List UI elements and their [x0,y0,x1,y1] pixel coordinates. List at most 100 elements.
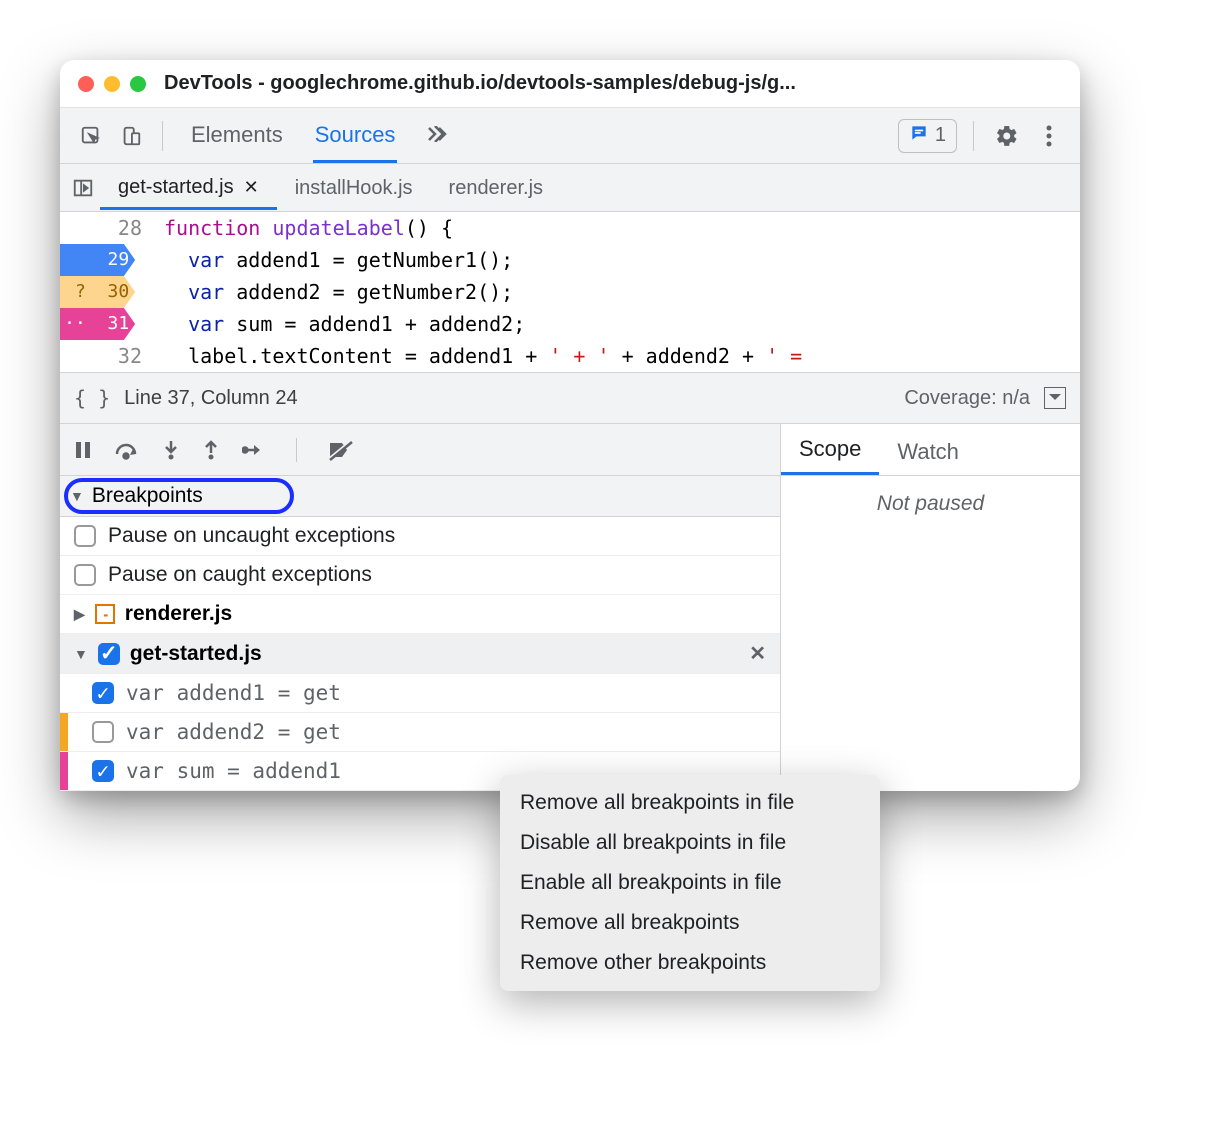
tab-sources[interactable]: Sources [313,108,398,163]
pause-uncaught-label: Pause on uncaught exceptions [108,524,395,548]
gutter[interactable]: 29 [60,244,154,276]
file-tabs: get-started.js✕ installHook.js renderer.js [60,164,1080,212]
separator [162,121,163,151]
tab-watch[interactable]: Watch [879,427,977,475]
code-text: var addend1 = getNumber1(); [154,244,513,276]
pause-icon[interactable] [74,440,92,460]
issues-button[interactable]: 1 [898,119,957,153]
deactivate-breakpoints-icon[interactable] [327,439,353,461]
breakpoint-marker[interactable]: ·· 31 [60,308,154,340]
checkbox[interactable]: ✓ [92,682,114,704]
file-tab-label: renderer.js [449,177,544,200]
close-icon[interactable]: ✕ [244,177,259,198]
pause-caught-row[interactable]: Pause on caught exceptions [60,556,780,595]
chevron-right-icon: ▶ [74,606,85,623]
code-line[interactable]: 28function updateLabel() { [60,212,1080,244]
checkbox[interactable]: ✓ [98,643,120,665]
context-menu-item[interactable]: Remove other breakpoints [500,943,880,983]
minimize-window-button[interactable] [104,76,120,92]
breakpoint-file-name: get-started.js [130,642,262,666]
breakpoint-line-text: var sum = addend1 [126,759,341,783]
navigator-toggle-icon[interactable] [66,177,100,199]
step-over-icon[interactable] [114,440,140,460]
gutter[interactable]: ·· 31 [60,308,154,340]
debugger-left-pane: ▼ Breakpoints Pause on uncaught exceptio… [60,424,780,791]
tab-scope[interactable]: Scope [781,424,879,475]
gutter[interactable]: 28 [60,212,154,244]
panel-tabs: Elements Sources [189,108,453,163]
breakpoint-marker[interactable]: 29 [60,244,154,276]
breakpoint-file-name: renderer.js [125,602,232,626]
step-out-icon[interactable] [202,439,220,461]
context-menu-item[interactable]: Disable all breakpoints in file [500,823,880,863]
step-into-icon[interactable] [162,439,180,461]
coverage-label: Coverage: n/a [904,387,1030,410]
debug-toolbar [60,424,780,476]
close-icon[interactable]: ✕ [749,641,766,666]
file-tab[interactable]: installHook.js [277,166,431,210]
strip [60,752,68,790]
main-toolbar: Elements Sources 1 [60,108,1080,164]
file-tab[interactable]: renderer.js [431,166,562,210]
breakpoint-line[interactable]: var addend2 = get [60,713,780,752]
device-toggle-icon[interactable] [114,119,148,153]
context-menu-item[interactable]: Enable all breakpoints in file [500,863,880,903]
checkbox[interactable] [74,564,96,586]
debugger-right-pane: Scope Watch Not paused [780,424,1080,791]
code-line[interactable]: ·· 31 var sum = addend1 + addend2; [60,308,1080,340]
devtools-window: DevTools - googlechrome.github.io/devtoo… [60,60,1080,791]
breakpoint-file-group[interactable]: ▼ ✓ get-started.js ✕ [60,634,780,674]
window-title: DevTools - googlechrome.github.io/devtoo… [164,72,796,95]
kebab-icon[interactable] [1032,119,1066,153]
context-menu-item[interactable]: Remove all breakpoints in file [500,783,880,823]
not-paused-label: Not paused [781,476,1080,532]
tab-elements[interactable]: Elements [189,108,285,163]
code-text: var addend2 = getNumber2(); [154,276,513,308]
breakpoint-marker[interactable]: ? 30 [60,276,154,308]
issues-count: 1 [935,124,946,147]
tab-more[interactable] [425,108,453,163]
strip [60,713,68,751]
breakpoint-file-group[interactable]: ▶ renderer.js [60,595,780,634]
lower-panes: ▼ Breakpoints Pause on uncaught exceptio… [60,424,1080,791]
breakpoints-header[interactable]: ▼ Breakpoints [60,476,780,517]
chevron-down-icon: ▼ [74,646,88,662]
code-line[interactable]: 29 var addend1 = getNumber1(); [60,244,1080,276]
context-menu-item[interactable]: Remove all breakpoints [500,903,880,943]
breakpoints-options: Pause on uncaught exceptions Pause on ca… [60,517,780,791]
chevron-down-icon: ▼ [70,488,84,504]
code-line[interactable]: 32 label.textContent = addend1 + ' + ' +… [60,340,1080,372]
scope-watch-tabs: Scope Watch [781,424,1080,476]
breakpoints-title: Breakpoints [92,484,203,508]
file-tab[interactable]: get-started.js✕ [100,166,277,210]
separator [973,121,974,151]
code-line[interactable]: ? 30 var addend2 = getNumber2(); [60,276,1080,308]
step-icon[interactable] [242,441,266,459]
gear-icon[interactable] [990,119,1024,153]
dropdown-icon[interactable] [1044,387,1066,409]
inspect-icon[interactable] [74,119,108,153]
code-editor[interactable]: 28function updateLabel() {29 var addend1… [60,212,1080,372]
cursor-position: Line 37, Column 24 [124,387,297,410]
code-text: function updateLabel() { [154,212,453,244]
js-file-icon [95,604,115,624]
gutter[interactable]: ? 30 [60,276,154,308]
checkbox[interactable] [92,721,114,743]
maximize-window-button[interactable] [130,76,146,92]
breakpoint-line[interactable]: ✓ var addend1 = get [60,674,780,713]
pause-caught-label: Pause on caught exceptions [108,563,372,587]
separator [296,438,297,462]
traffic-lights [78,76,146,92]
gutter[interactable]: 32 [60,340,154,372]
close-window-button[interactable] [78,76,94,92]
file-tab-label: installHook.js [295,177,413,200]
breakpoint-line-text: var addend1 = get [126,681,341,705]
breakpoint-line-text: var addend2 = get [126,720,341,744]
checkbox[interactable] [74,525,96,547]
checkbox[interactable]: ✓ [92,760,114,782]
context-menu: Remove all breakpoints in fileDisable al… [500,775,880,991]
pause-uncaught-row[interactable]: Pause on uncaught exceptions [60,517,780,556]
code-text: var sum = addend1 + addend2; [154,308,525,340]
titlebar: DevTools - googlechrome.github.io/devtoo… [60,60,1080,108]
pretty-print-icon[interactable]: { } [74,386,110,410]
